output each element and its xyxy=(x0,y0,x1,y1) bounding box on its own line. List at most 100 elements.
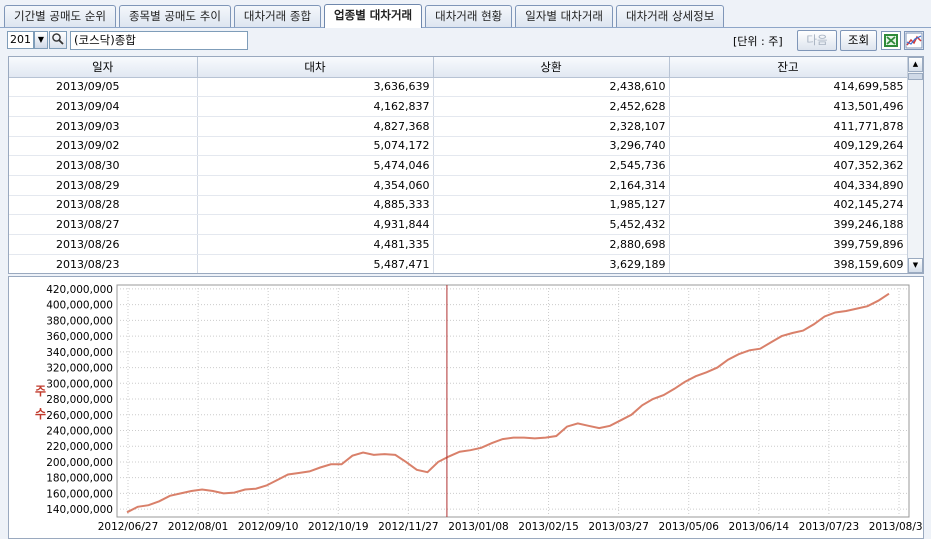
app-window: 기간별 공매도 순위 종목별 공매도 추이 대차거래 종합 업종별 대차거래 대… xyxy=(0,0,931,539)
cell-balance: 413,501,496 xyxy=(669,96,908,117)
y-tick-label: 260,000,000 xyxy=(46,410,113,422)
scroll-thumb[interactable] xyxy=(908,73,923,80)
cell-date: 2013/08/30 xyxy=(9,155,198,176)
cell-balance: 409,129,264 xyxy=(669,136,908,157)
x-tick-label: 2013/03/27 xyxy=(588,521,649,533)
table-row[interactable]: 2013/08/30 5,474,046 2,545,736 407,352,362 xyxy=(9,155,923,176)
y-axis-label-char-2: 수 xyxy=(35,407,47,421)
scroll-down-icon[interactable]: ▼ xyxy=(908,258,923,273)
cell-date: 2013/08/27 xyxy=(9,214,198,235)
cell-balance: 414,699,585 xyxy=(669,77,908,98)
cell-date: 2013/08/28 xyxy=(9,195,198,216)
tab-sector-lending[interactable]: 업종별 대차거래 xyxy=(324,4,423,28)
col-header-balance[interactable]: 잔고 xyxy=(669,57,908,78)
x-tick-label: 2013/02/15 xyxy=(518,521,579,533)
tab-daily-lending[interactable]: 일자별 대차거래 xyxy=(515,5,613,27)
cell-repayment: 2,452,628 xyxy=(433,96,670,117)
sector-name-field: (코스닥)종합 xyxy=(70,31,248,50)
cell-date: 2013/08/29 xyxy=(9,175,198,196)
table-row[interactable]: 2013/08/27 4,931,844 5,452,432 399,246,188 xyxy=(9,214,923,235)
y-tick-label: 220,000,000 xyxy=(46,441,113,453)
cell-repayment: 5,452,432 xyxy=(433,214,670,235)
y-tick-label: 280,000,000 xyxy=(46,394,113,406)
y-tick-label: 240,000,000 xyxy=(46,425,113,437)
table-row[interactable]: 2013/09/03 4,827,368 2,328,107 411,771,878 xyxy=(9,116,923,137)
col-header-lending[interactable]: 대차 xyxy=(197,57,434,78)
excel-icon[interactable] xyxy=(881,31,901,50)
lending-data-table: 일자 대차 상환 잔고 2013/09/05 3,636,639 2,438,610… xyxy=(8,56,924,274)
tab-period-short-sale-rank[interactable]: 기간별 공매도 순위 xyxy=(4,5,116,27)
table-row[interactable]: 2013/08/29 4,354,060 2,164,314 404,334,890 xyxy=(9,175,923,196)
cell-date: 2013/08/23 xyxy=(9,254,198,273)
y-tick-label: 200,000,000 xyxy=(46,457,113,469)
y-tick-label: 400,000,000 xyxy=(46,300,113,312)
y-tick-label: 300,000,000 xyxy=(46,378,113,390)
cell-repayment: 3,629,189 xyxy=(433,254,670,273)
x-tick-label: 2013/05/06 xyxy=(658,521,719,533)
balance-chart-svg[interactable]: 420,000,000 400,000,000 380,000,000 360,000… xyxy=(9,277,923,538)
tab-lending-status[interactable]: 대차거래 현황 xyxy=(425,5,513,27)
scroll-up-icon[interactable]: ▲ xyxy=(908,57,923,72)
y-tick-label: 180,000,000 xyxy=(46,473,113,485)
cell-lending: 4,354,060 xyxy=(197,175,434,196)
cell-lending: 3,636,639 xyxy=(197,77,434,98)
cell-repayment: 2,880,698 xyxy=(433,234,670,255)
y-tick-label: 420,000,000 xyxy=(46,284,113,296)
cell-lending: 4,931,844 xyxy=(197,214,434,235)
cell-repayment: 2,545,736 xyxy=(433,155,670,176)
cell-date: 2013/09/02 xyxy=(9,136,198,157)
cell-date: 2013/08/26 xyxy=(9,234,198,255)
tabs: 기간별 공매도 순위 종목별 공매도 추이 대차거래 종합 업종별 대차거래 대… xyxy=(4,4,727,28)
x-tick-label: 2013/01/08 xyxy=(448,521,509,533)
x-tick-label: 2012/09/10 xyxy=(238,521,299,533)
col-header-repayment[interactable]: 상환 xyxy=(433,57,670,78)
cell-lending: 5,474,046 xyxy=(197,155,434,176)
table-row[interactable]: 2013/09/05 3,636,639 2,438,610 414,699,585 xyxy=(9,77,923,98)
cell-repayment: 2,164,314 xyxy=(433,175,670,196)
cell-balance: 407,352,362 xyxy=(669,155,908,176)
cell-lending: 5,074,172 xyxy=(197,136,434,157)
col-header-date[interactable]: 일자 xyxy=(9,57,198,78)
cell-lending: 5,487,471 xyxy=(197,254,434,273)
x-tick-label: 2012/08/01 xyxy=(168,521,229,533)
cell-balance: 402,145,274 xyxy=(669,195,908,216)
x-tick-label: 2013/06/14 xyxy=(729,521,790,533)
table-row[interactable]: 2013/09/02 5,074,172 3,296,740 409,129,264 xyxy=(9,136,923,157)
x-tick-label: 2013/07/23 xyxy=(799,521,860,533)
next-button[interactable]: 다음 xyxy=(797,30,837,51)
cell-lending: 4,162,837 xyxy=(197,96,434,117)
cell-repayment: 2,438,610 xyxy=(433,77,670,98)
table-row[interactable]: 2013/08/26 4,481,335 2,880,698 399,759,896 xyxy=(9,234,923,255)
table-row[interactable]: 2013/08/23 5,487,471 3,629,189 398,159,609 xyxy=(9,254,923,273)
y-tick-label: 160,000,000 xyxy=(46,488,113,500)
y-axis-label-char-1: 주 xyxy=(35,384,47,398)
chart-toggle-icon[interactable] xyxy=(904,31,924,50)
cell-lending: 4,827,368 xyxy=(197,116,434,137)
cell-balance: 411,771,878 xyxy=(669,116,908,137)
cell-balance: 399,759,896 xyxy=(669,234,908,255)
tab-stock-short-sale-trend[interactable]: 종목별 공매도 추이 xyxy=(118,5,231,27)
cell-repayment: 2,328,107 xyxy=(433,116,670,137)
cell-date: 2013/09/04 xyxy=(9,96,198,117)
cell-lending: 4,885,333 xyxy=(197,195,434,216)
tab-lending-summary[interactable]: 대차거래 종합 xyxy=(233,5,322,27)
tab-bar: 기간별 공매도 순위 종목별 공매도 추이 대차거래 종합 업종별 대차거래 대… xyxy=(0,0,931,28)
cell-repayment: 3,296,740 xyxy=(433,136,670,157)
cell-repayment: 1,985,127 xyxy=(433,195,670,216)
x-tick-label: 2012/11/27 xyxy=(378,521,439,533)
cell-date: 2013/09/03 xyxy=(9,116,198,137)
balance-chart[interactable]: 420,000,000 400,000,000 380,000,000 360,000… xyxy=(8,276,924,539)
unit-label: [단위 : 주] xyxy=(733,35,783,48)
table-row[interactable]: 2013/09/04 4,162,837 2,452,628 413,501,496 xyxy=(9,96,923,117)
cell-balance: 399,246,188 xyxy=(669,214,908,235)
x-tick-label: 2013/08/30 xyxy=(869,521,923,533)
chevron-down-icon[interactable]: ▼ xyxy=(34,31,48,49)
search-icon[interactable] xyxy=(49,31,67,49)
table-scrollbar[interactable]: ▲ ▼ xyxy=(907,57,923,273)
sector-code-input[interactable]: 201 xyxy=(7,31,34,49)
tab-lending-detail[interactable]: 대차거래 상세정보 xyxy=(615,5,725,27)
table-row[interactable]: 2013/08/28 4,885,333 1,985,127 402,145,274 xyxy=(9,195,923,216)
y-tick-label: 140,000,000 xyxy=(46,504,113,516)
query-button[interactable]: 조회 xyxy=(840,30,877,51)
cell-lending: 4,481,335 xyxy=(197,234,434,255)
